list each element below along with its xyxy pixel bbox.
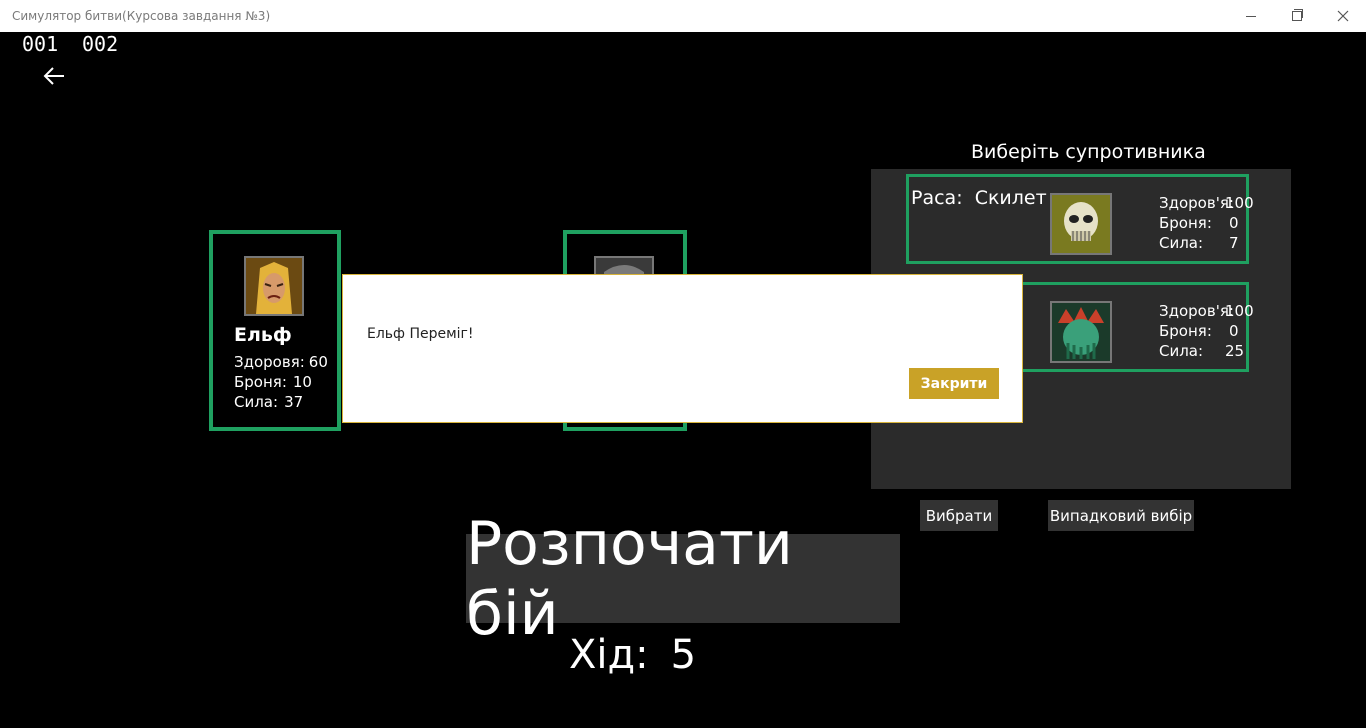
stat-label: Сила: [234,393,279,411]
stat-label: Здоров'я: [1159,302,1234,320]
turn-counter: Хід: 5 [569,632,696,678]
counter-2: 002 [82,32,119,56]
restore-button[interactable] [1274,0,1320,32]
player-armor: Броня: 10 [234,373,312,391]
stat-value: 10 [292,373,312,391]
stat-label: Здоровя: [234,353,305,371]
stat-value: 0 [1229,214,1239,232]
player-health: Здоровя: 60 [234,353,328,371]
restore-icon [1292,9,1303,21]
turn-value: 5 [670,632,697,678]
race-label: Раса: [911,187,963,209]
window-title: Симулятор битви(Курсова завдання №3) [12,9,271,23]
opponent-option[interactable]: Раса: Скилет Здоров'я: 100 Броня: 0 Сила… [906,174,1254,264]
opponent-race: Раса: Скилет [911,187,1047,209]
stat-value: 25 [1225,342,1245,360]
minimize-icon [1246,15,1256,17]
stat-label: Здоров'я: [1159,194,1234,212]
stat-value: 37 [284,393,304,411]
close-window-button[interactable] [1320,0,1366,32]
naga-portrait [1050,301,1112,363]
elf-portrait [244,256,304,316]
result-dialog: Ельф Переміг! Закрити [342,274,1023,423]
dialog-message: Ельф Переміг! [367,326,474,342]
dialog-close-button[interactable]: Закрити [909,368,999,399]
race-value: Скилет [974,187,1047,209]
player-name: Ельф [234,324,292,346]
stat-label: Броня: [234,373,287,391]
opponent-panel-title: Виберіть супротивника [971,141,1206,163]
back-arrow-icon [43,67,64,85]
close-icon [1337,10,1349,22]
select-opponent-button[interactable]: Вибрати [920,500,998,531]
turn-label: Хід: [569,632,649,678]
stat-value: 60 [308,353,328,371]
stat-label: Сила: [1159,342,1204,360]
player-strength: Сила: 37 [234,393,303,411]
skeleton-portrait [1050,193,1112,255]
counter-1: 001 [22,32,59,56]
minimize-button[interactable] [1228,0,1274,32]
random-opponent-button[interactable]: Випадковий вибір [1048,500,1194,531]
back-button[interactable] [40,62,68,90]
title-bar: Симулятор битви(Курсова завдання №3) [0,0,1366,32]
stat-value: 100 [1225,194,1254,212]
stat-label: Броня: [1159,214,1212,232]
stat-label: Сила: [1159,234,1204,252]
start-battle-button[interactable]: Розпочати бій [466,509,900,649]
stat-value: 7 [1229,234,1239,252]
stat-label: Броня: [1159,322,1212,340]
player-card: Ельф Здоровя: 60 Броня: 10 Сила: 37 [209,230,341,431]
stat-value: 100 [1225,302,1254,320]
stat-value: 0 [1229,322,1239,340]
